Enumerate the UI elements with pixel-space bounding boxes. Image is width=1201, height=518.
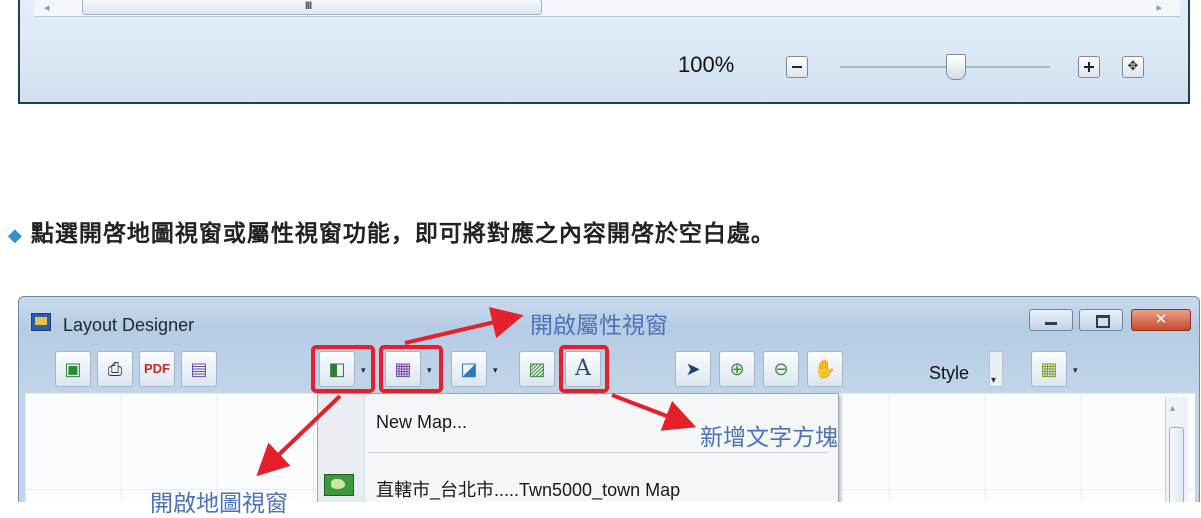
annotation-attribute-window: 開啟屬性視窗 [530,313,668,339]
caption-text: 點選開啓地圖視窗或屬性視窗功能，即可將對應之內容開啓於空白處。 [30,221,775,247]
zoom-out-icon: ⊖ [773,359,789,379]
annotation-map-window: 開啟地圖視窗 [150,491,288,517]
status-bar: 100% ✥ [20,20,1188,102]
hand-icon: ✋ [813,359,837,379]
minimize-button[interactable] [1029,309,1073,331]
scroll-left-icon[interactable]: ◂ [44,1,50,14]
shapes-icon: ◪ [460,359,478,379]
map-layer-icon [324,474,354,496]
menu-item-existing-map[interactable]: 直轄市_台北市.....Twn5000_town Map [376,476,680,502]
fit-to-window-button[interactable]: ✥ [1122,56,1144,78]
previous-window-fragment: ◂ III ▸ 100% ✥ [18,0,1190,104]
pdf-icon: PDF [144,361,170,376]
app-icon [31,313,51,331]
style-label: Style [929,363,970,383]
printer-icon: ⎙ [107,359,123,379]
highlight-text-button [559,345,609,393]
window-title: Layout Designer [63,315,195,335]
shape-dropdown-icon[interactable]: ▾ [493,365,498,376]
fit-icon: ✥ [1127,58,1139,73]
save-image-button[interactable]: ▤ [181,351,217,387]
zoom-level: 100% [678,52,735,77]
caption-bullet: ◆ [8,225,23,246]
select-tool-button[interactable]: ➤ [675,351,711,387]
zoom-in-icon: ⊕ [729,359,745,379]
vertical-scrollbar[interactable]: ▴ [1165,397,1188,502]
insert-shape-button[interactable]: ◪ [451,351,487,387]
grid-icon: ▦ [1040,359,1058,379]
menu-item-new-map[interactable]: New Map... [376,412,467,433]
close-button[interactable]: ✕ [1131,309,1191,331]
export-pdf-button[interactable]: PDF [139,351,175,387]
grid-dropdown-icon[interactable]: ▾ [1073,365,1078,376]
page-setup-button[interactable]: ▣ [55,351,91,387]
pan-tool-button[interactable]: ✋ [807,351,843,387]
maximize-button[interactable] [1079,309,1123,331]
style-dropdown[interactable] [989,351,1003,387]
zoom-out-button[interactable] [786,56,808,78]
print-button[interactable]: ⎙ [97,351,133,387]
zoom-in-tool-button[interactable]: ⊕ [719,351,755,387]
picture-icon: ▨ [528,359,546,379]
zoom-in-button[interactable] [1078,56,1100,78]
annotation-add-text-box: 新增文字方塊 [700,425,838,451]
toolbar: ▣ ⎙ PDF ▤ ◧ ▾ ▦ ▾ ◪ ▾ ▨ A ➤ ⊕ ⊖ ✋ Style … [19,345,1199,393]
close-icon: ✕ [1154,311,1168,328]
save-image-icon: ▤ [190,359,208,379]
arrow-cursor-icon: ➤ [685,359,701,379]
menu-separator [368,452,828,453]
zoom-slider-thumb[interactable] [945,54,966,80]
page-frame-icon: ▣ [64,359,82,379]
horizontal-scrollbar[interactable]: ◂ III ▸ [34,0,1180,17]
zoom-out-tool-button[interactable]: ⊖ [763,351,799,387]
highlight-map-button [311,345,375,393]
insert-picture-button[interactable]: ▨ [519,351,555,387]
highlight-attribute-button [379,345,443,393]
grid-button[interactable]: ▦ [1031,351,1067,387]
scroll-right-icon[interactable]: ▸ [1156,1,1162,14]
instruction-caption: ◆ 點選開啓地圖視窗或屬性視窗功能，即可將對應之內容開啓於空白處。 [8,214,775,248]
scrollbar-thumb[interactable]: III [82,0,542,15]
vertical-scrollbar-thumb[interactable] [1169,427,1184,502]
scrollbar-grip: III [305,0,312,12]
scroll-up-icon[interactable]: ▴ [1170,403,1175,414]
